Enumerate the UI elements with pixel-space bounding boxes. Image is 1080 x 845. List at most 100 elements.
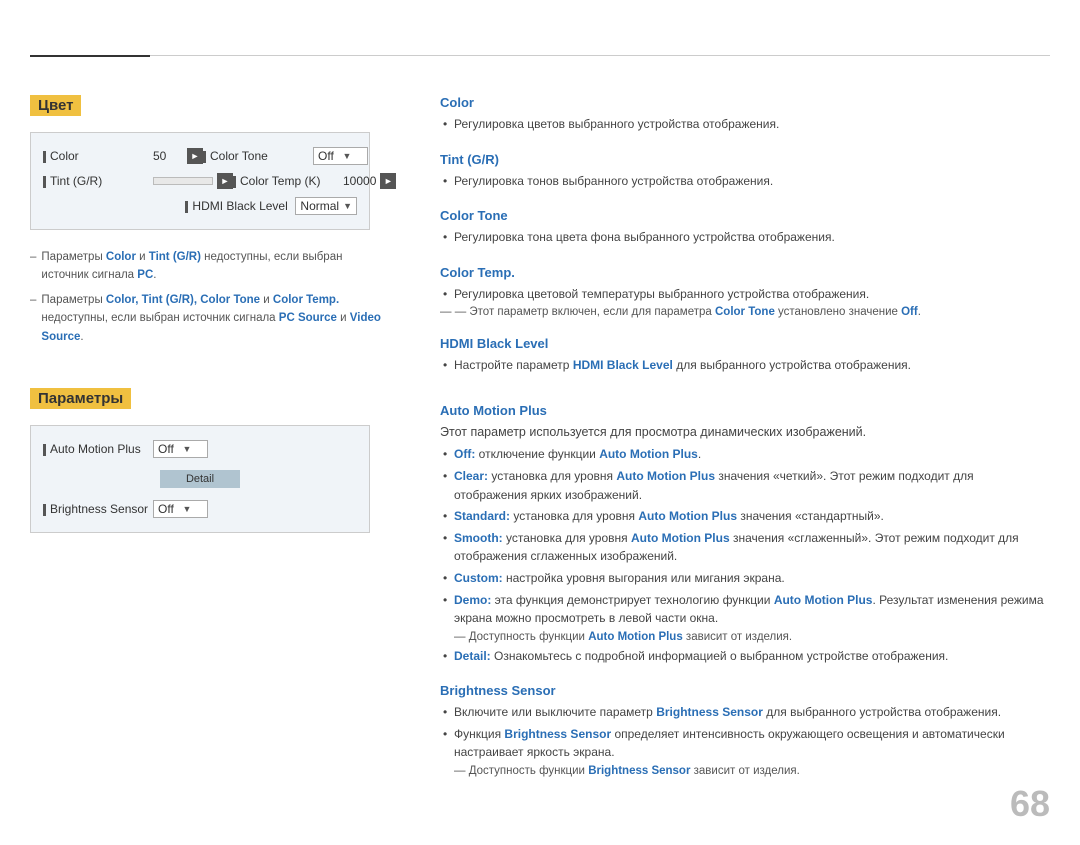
page-number: 68 [1010,783,1050,825]
color-bar-icon [43,151,46,163]
color-arrow-btn[interactable]: ► [187,148,203,164]
left-column: Цвет Color 50 ► Color Tone [0,30,420,815]
brightness-dropdown-value: Off [158,502,179,516]
color-number: 50 [153,149,183,163]
right-tint-item-1: Регулировка тонов выбранного устройства … [440,172,1050,191]
right-hdmi-item-1: Настройте параметр HDMI Black Level для … [440,356,1050,375]
amp-dropdown[interactable]: Off ▼ [153,440,208,458]
right-tint-section: Tint (G/R) Регулировка тонов выбранного … [440,152,1050,191]
params-settings-box: Auto Motion Plus Off ▼ Detail [30,425,370,533]
right-amp-demo: Demo: эта функция демонстрирует технолог… [440,591,1050,628]
right-amp-smooth: Smooth: установка для уровня Auto Motion… [440,529,1050,566]
top-accent-line [30,55,150,57]
right-brightness-list: Включите или выключите параметр Brightne… [440,703,1050,762]
color-row: Color 50 ► Color Tone Off ▼ [43,147,357,165]
tint-arrow-btn[interactable]: ► [217,173,233,189]
right-hdmi-section: HDMI Black Level Настройте параметр HDMI… [440,336,1050,375]
params-section: Параметры Auto Motion Plus Off ▼ [30,368,390,533]
color-tone-bar-icon [203,151,206,163]
right-hdmi-title: HDMI Black Level [440,336,1050,351]
note-dash-1: – [30,248,36,266]
params-section-title: Параметры [30,388,131,409]
amp-value[interactable]: Off ▼ [153,440,208,458]
hdmi-dropdown[interactable]: Normal ▼ [295,197,357,215]
brightness-row: Brightness Sensor Off ▼ [43,500,357,518]
right-amp-standard: Standard: установка для уровня Auto Moti… [440,507,1050,526]
right-color-tone-item-1: Регулировка тона цвета фона выбранного у… [440,228,1050,247]
hdmi-dropdown-value: Normal [300,199,339,213]
color-section-title: Цвет [30,95,81,116]
color-note-2: – Параметры Color, Tint (G/R), Color Ton… [30,291,390,346]
color-tone-dropdown-value: Off [318,149,339,163]
brightness-dropdown-arrow: ▼ [183,504,204,514]
color-temp-arrow-btn[interactable]: ► [380,173,396,189]
right-amp-detail: Detail: Ознакомьтесь с подробной информа… [440,647,1050,666]
amp-bar-icon [43,444,46,456]
color-value[interactable]: 50 ► [153,148,203,164]
hdmi-row: HDMI Black Level Normal ▼ [43,197,357,215]
color-tone-dropdown[interactable]: Off ▼ [313,147,368,165]
right-column: Color Регулировка цветов выбранного устр… [420,30,1080,815]
amp-row: Auto Motion Plus Off ▼ [43,440,357,458]
right-amp-title: Auto Motion Plus [440,403,1050,418]
tint-bar-icon [43,176,46,188]
note-text-2: Параметры Color, Tint (G/R), Color Tone … [41,291,390,346]
amp-dropdown-arrow: ▼ [183,444,204,454]
right-hdmi-list: Настройте параметр HDMI Black Level для … [440,356,1050,375]
hdmi-dropdown-arrow: ▼ [343,201,352,211]
note-dash-2: – [30,291,36,309]
hdmi-value[interactable]: Normal ▼ [295,197,357,215]
right-amp-intro: Этот параметр используется для просмотра… [440,423,1050,442]
right-amp-off: Off: отключение функции Auto Motion Plus… [440,445,1050,464]
tint-label: Tint (G/R) [43,174,153,188]
right-color-tone-title: Color Tone [440,208,1050,223]
right-brightness-title: Brightness Sensor [440,683,1050,698]
top-divider [30,55,1050,56]
color-temp-value[interactable]: 10000 ► [343,173,396,189]
right-brightness-item-2: Функция Brightness Sensor определяет инт… [440,725,1050,762]
color-note-1: – Параметры Color и Tint (G/R) недоступн… [30,248,390,285]
detail-button[interactable]: Detail [160,470,240,488]
tint-value[interactable]: ► [153,173,233,189]
brightness-label: Brightness Sensor [43,502,153,516]
right-color-item-1: Регулировка цветов выбранного устройства… [440,115,1050,134]
hdmi-bar-icon [185,201,188,213]
amp-dropdown-value: Off [158,442,179,456]
brightness-value[interactable]: Off ▼ [153,500,208,518]
right-color-temp-section: Color Temp. Регулировка цветовой темпера… [440,265,1050,319]
detail-row: Detail [43,466,357,492]
right-color-temp-item-1: Регулировка цветовой температуры выбранн… [440,285,1050,304]
color-tone-value[interactable]: Off ▼ [313,147,368,165]
right-amp-section: Auto Motion Plus Этот параметр используе… [440,403,1050,665]
color-temp-label: Color Temp (K) [233,174,343,188]
right-color-tone-list: Регулировка тона цвета фона выбранного у… [440,228,1050,247]
right-amp-custom: Custom: настройка уровня выгорания или м… [440,569,1050,588]
right-color-section: Color Регулировка цветов выбранного устр… [440,95,1050,134]
right-amp-detail-list: Detail: Ознакомьтесь с подробной информа… [440,647,1050,666]
right-amp-clear: Clear: установка для уровня Auto Motion … [440,467,1050,504]
color-tone-label: Color Tone [203,149,313,163]
note-text-1: Параметры Color и Tint (G/R) недоступны,… [41,248,390,285]
tint-progress-bar [153,177,213,185]
color-notes: – Параметры Color и Tint (G/R) недоступн… [30,248,390,346]
color-temp-number: 10000 [343,174,376,188]
right-color-temp-title: Color Temp. [440,265,1050,280]
color-tone-dropdown-arrow: ▼ [343,151,364,161]
tint-row: Tint (G/R) ► Color Temp (K) 10000 ► [43,173,357,189]
right-brightness-item-1: Включите или выключите параметр Brightne… [440,703,1050,722]
color-label: Color [43,149,153,163]
brightness-bar-icon [43,504,46,516]
right-amp-subnote: — Доступность функции Auto Motion Plus з… [440,631,1050,643]
right-color-temp-subnote: — Этот параметр включен, если для параме… [440,306,1050,318]
right-amp-list: Off: отключение функции Auto Motion Plus… [440,445,1050,627]
right-tint-list: Регулировка тонов выбранного устройства … [440,172,1050,191]
right-color-temp-list: Регулировка цветовой температуры выбранн… [440,285,1050,304]
color-section: Цвет Color 50 ► Color Tone [30,95,390,346]
color-settings-box: Color 50 ► Color Tone Off ▼ [30,132,370,230]
right-brightness-subnote: — Доступность функции Brightness Sensor … [440,765,1050,777]
right-color-list: Регулировка цветов выбранного устройства… [440,115,1050,134]
brightness-dropdown[interactable]: Off ▼ [153,500,208,518]
color-temp-bar-icon [233,176,236,188]
hdmi-label: HDMI Black Level [185,199,295,213]
amp-label: Auto Motion Plus [43,442,153,456]
